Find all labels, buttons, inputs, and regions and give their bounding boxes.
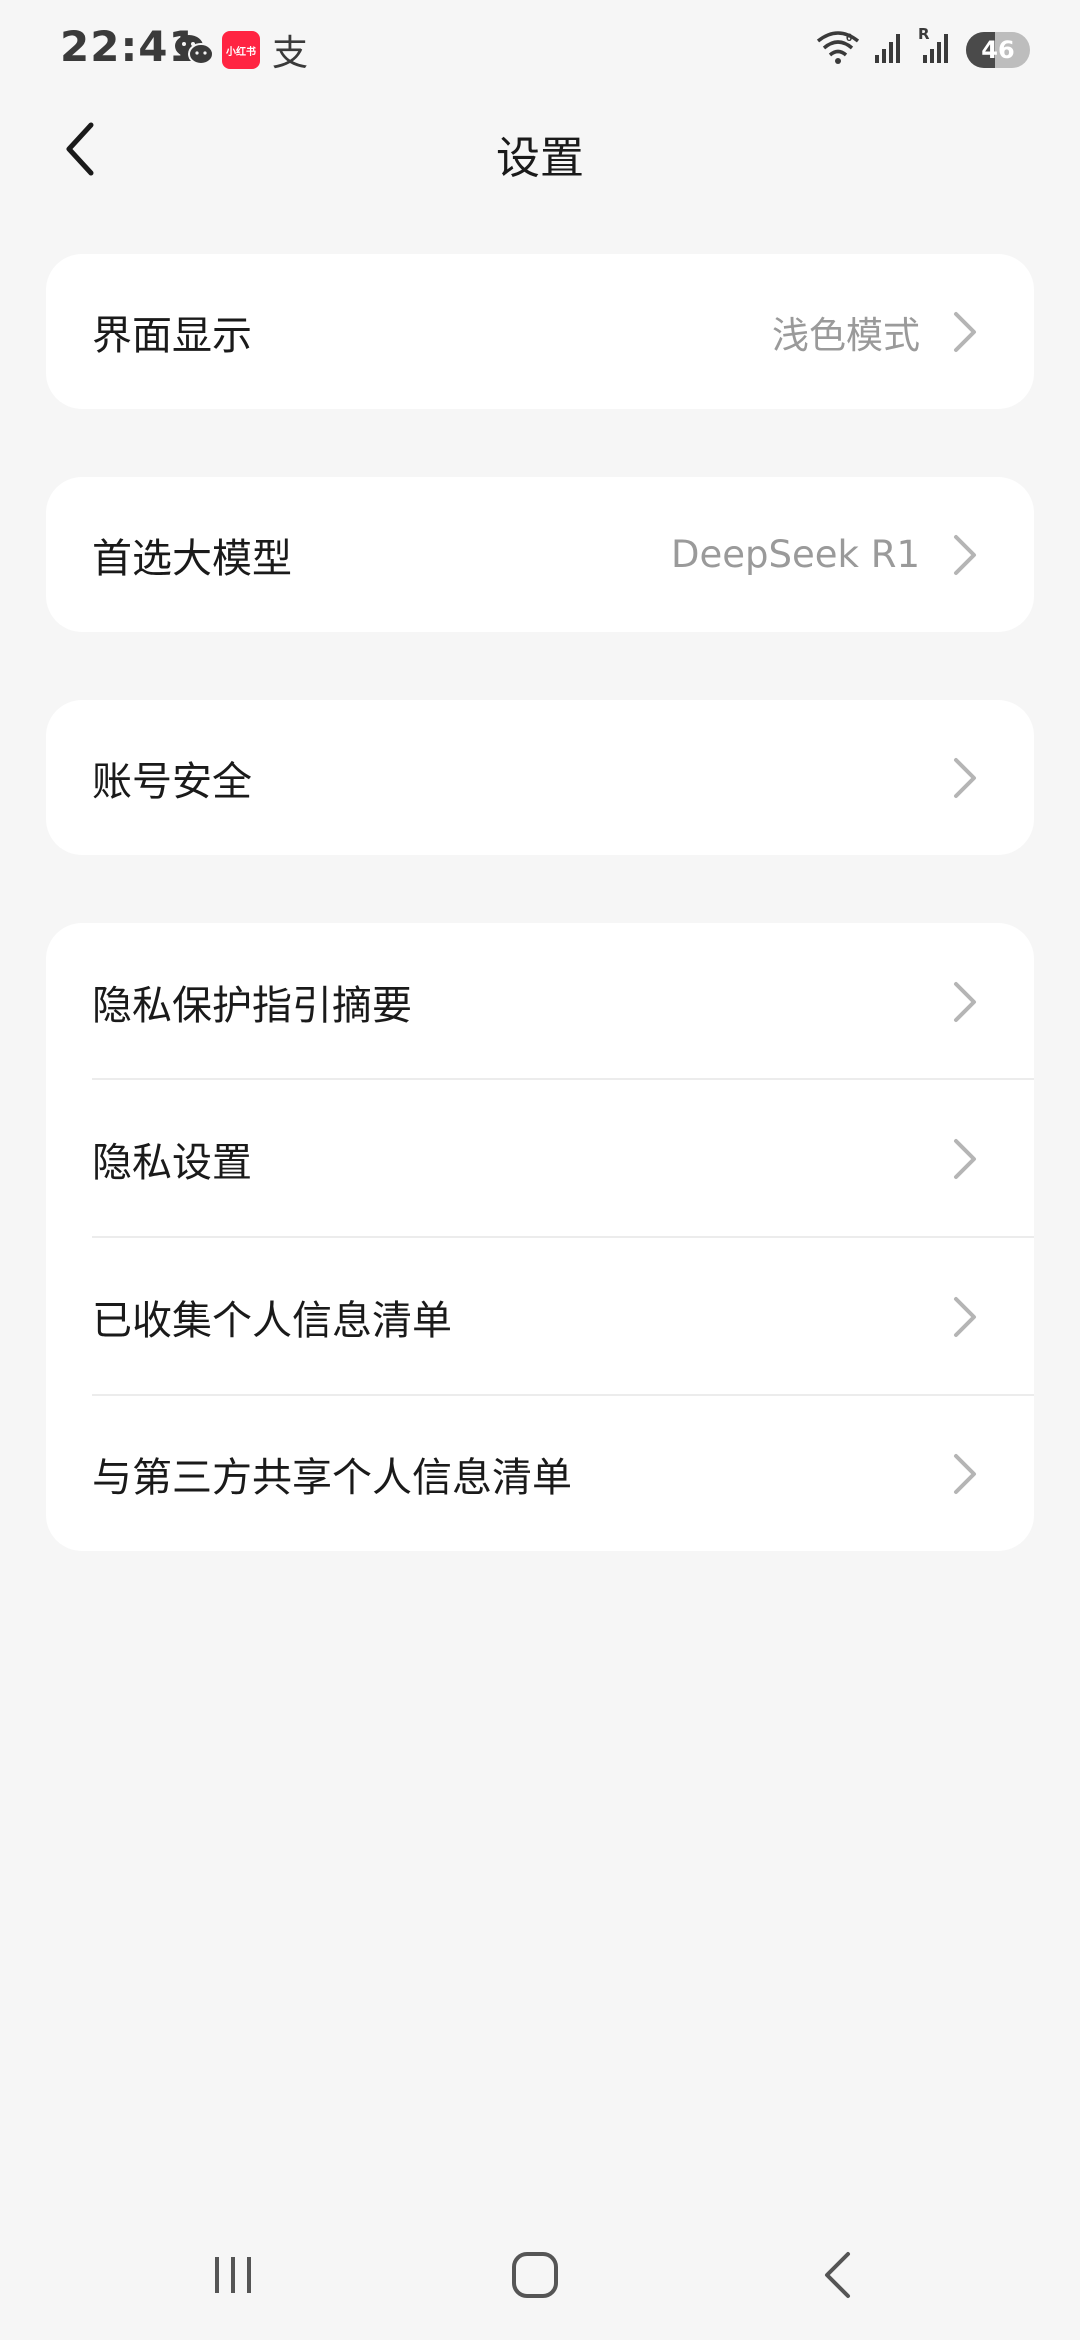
xiaohongshu-label: 小红书 xyxy=(226,46,256,58)
chevron-right-icon xyxy=(950,1452,980,1496)
wifi-6-icon: 6 xyxy=(816,29,860,71)
home-icon xyxy=(512,2252,558,2298)
home-button[interactable] xyxy=(490,2230,580,2320)
display-setting-label: 界面显示 xyxy=(92,312,252,359)
roaming-label: R xyxy=(918,25,930,43)
privacy-settings-row[interactable]: 隐私设置 xyxy=(46,1080,1034,1238)
account-security-row[interactable]: 账号安全 xyxy=(46,700,1034,855)
xiaohongshu-icon: 小红书 xyxy=(222,31,260,69)
status-bar: 22:41 小红书 支 6 R 46 xyxy=(0,0,1080,100)
third-party-sharing-list-label: 与第三方共享个人信息清单 xyxy=(92,1454,572,1501)
privacy-card: 隐私保护指引摘要 隐私设置 已收集个人信息清单 与第三方共享个人信息清单 xyxy=(46,923,1034,1551)
system-nav-bar xyxy=(0,2210,1080,2340)
display-card: 界面显示 浅色模式 xyxy=(46,254,1034,409)
battery-icon: 46 xyxy=(966,32,1030,68)
signal-icon xyxy=(874,31,904,69)
recents-icon xyxy=(215,2257,251,2293)
chevron-right-icon xyxy=(950,756,980,800)
signal-roaming-icon: R xyxy=(918,25,952,69)
third-party-sharing-list-row[interactable]: 与第三方共享个人信息清单 xyxy=(46,1396,1034,1551)
header: 设置 xyxy=(0,100,1080,200)
back-icon xyxy=(825,2252,850,2298)
model-card: 首选大模型 DeepSeek R1 xyxy=(46,477,1034,632)
battery-level: 46 xyxy=(981,36,1015,64)
privacy-summary-label: 隐私保护指引摘要 xyxy=(92,982,412,1029)
collected-info-list-row[interactable]: 已收集个人信息清单 xyxy=(46,1238,1034,1396)
collected-info-list-label: 已收集个人信息清单 xyxy=(92,1298,452,1344)
svg-text:6: 6 xyxy=(846,32,852,44)
display-setting-value: 浅色模式 xyxy=(772,313,920,357)
privacy-settings-label: 隐私设置 xyxy=(92,1140,252,1186)
account-security-label: 账号安全 xyxy=(92,758,252,805)
preferred-model-label: 首选大模型 xyxy=(92,535,292,582)
wechat-icon xyxy=(174,28,214,72)
account-card: 账号安全 xyxy=(46,700,1034,855)
preferred-model-value: DeepSeek R1 xyxy=(671,533,920,576)
recents-button[interactable] xyxy=(188,2230,278,2320)
display-setting-row[interactable]: 界面显示 浅色模式 xyxy=(46,254,1034,409)
chevron-right-icon xyxy=(950,310,980,354)
chevron-right-icon xyxy=(950,980,980,1024)
chevron-right-icon xyxy=(950,1295,980,1339)
preferred-model-row[interactable]: 首选大模型 DeepSeek R1 xyxy=(46,477,1034,632)
chevron-right-icon xyxy=(950,1137,980,1181)
page-title: 设置 xyxy=(496,133,584,184)
alipay-icon: 支 xyxy=(271,33,308,74)
chevron-right-icon xyxy=(950,533,980,577)
system-back-button[interactable] xyxy=(792,2230,882,2320)
privacy-summary-row[interactable]: 隐私保护指引摘要 xyxy=(46,923,1034,1080)
